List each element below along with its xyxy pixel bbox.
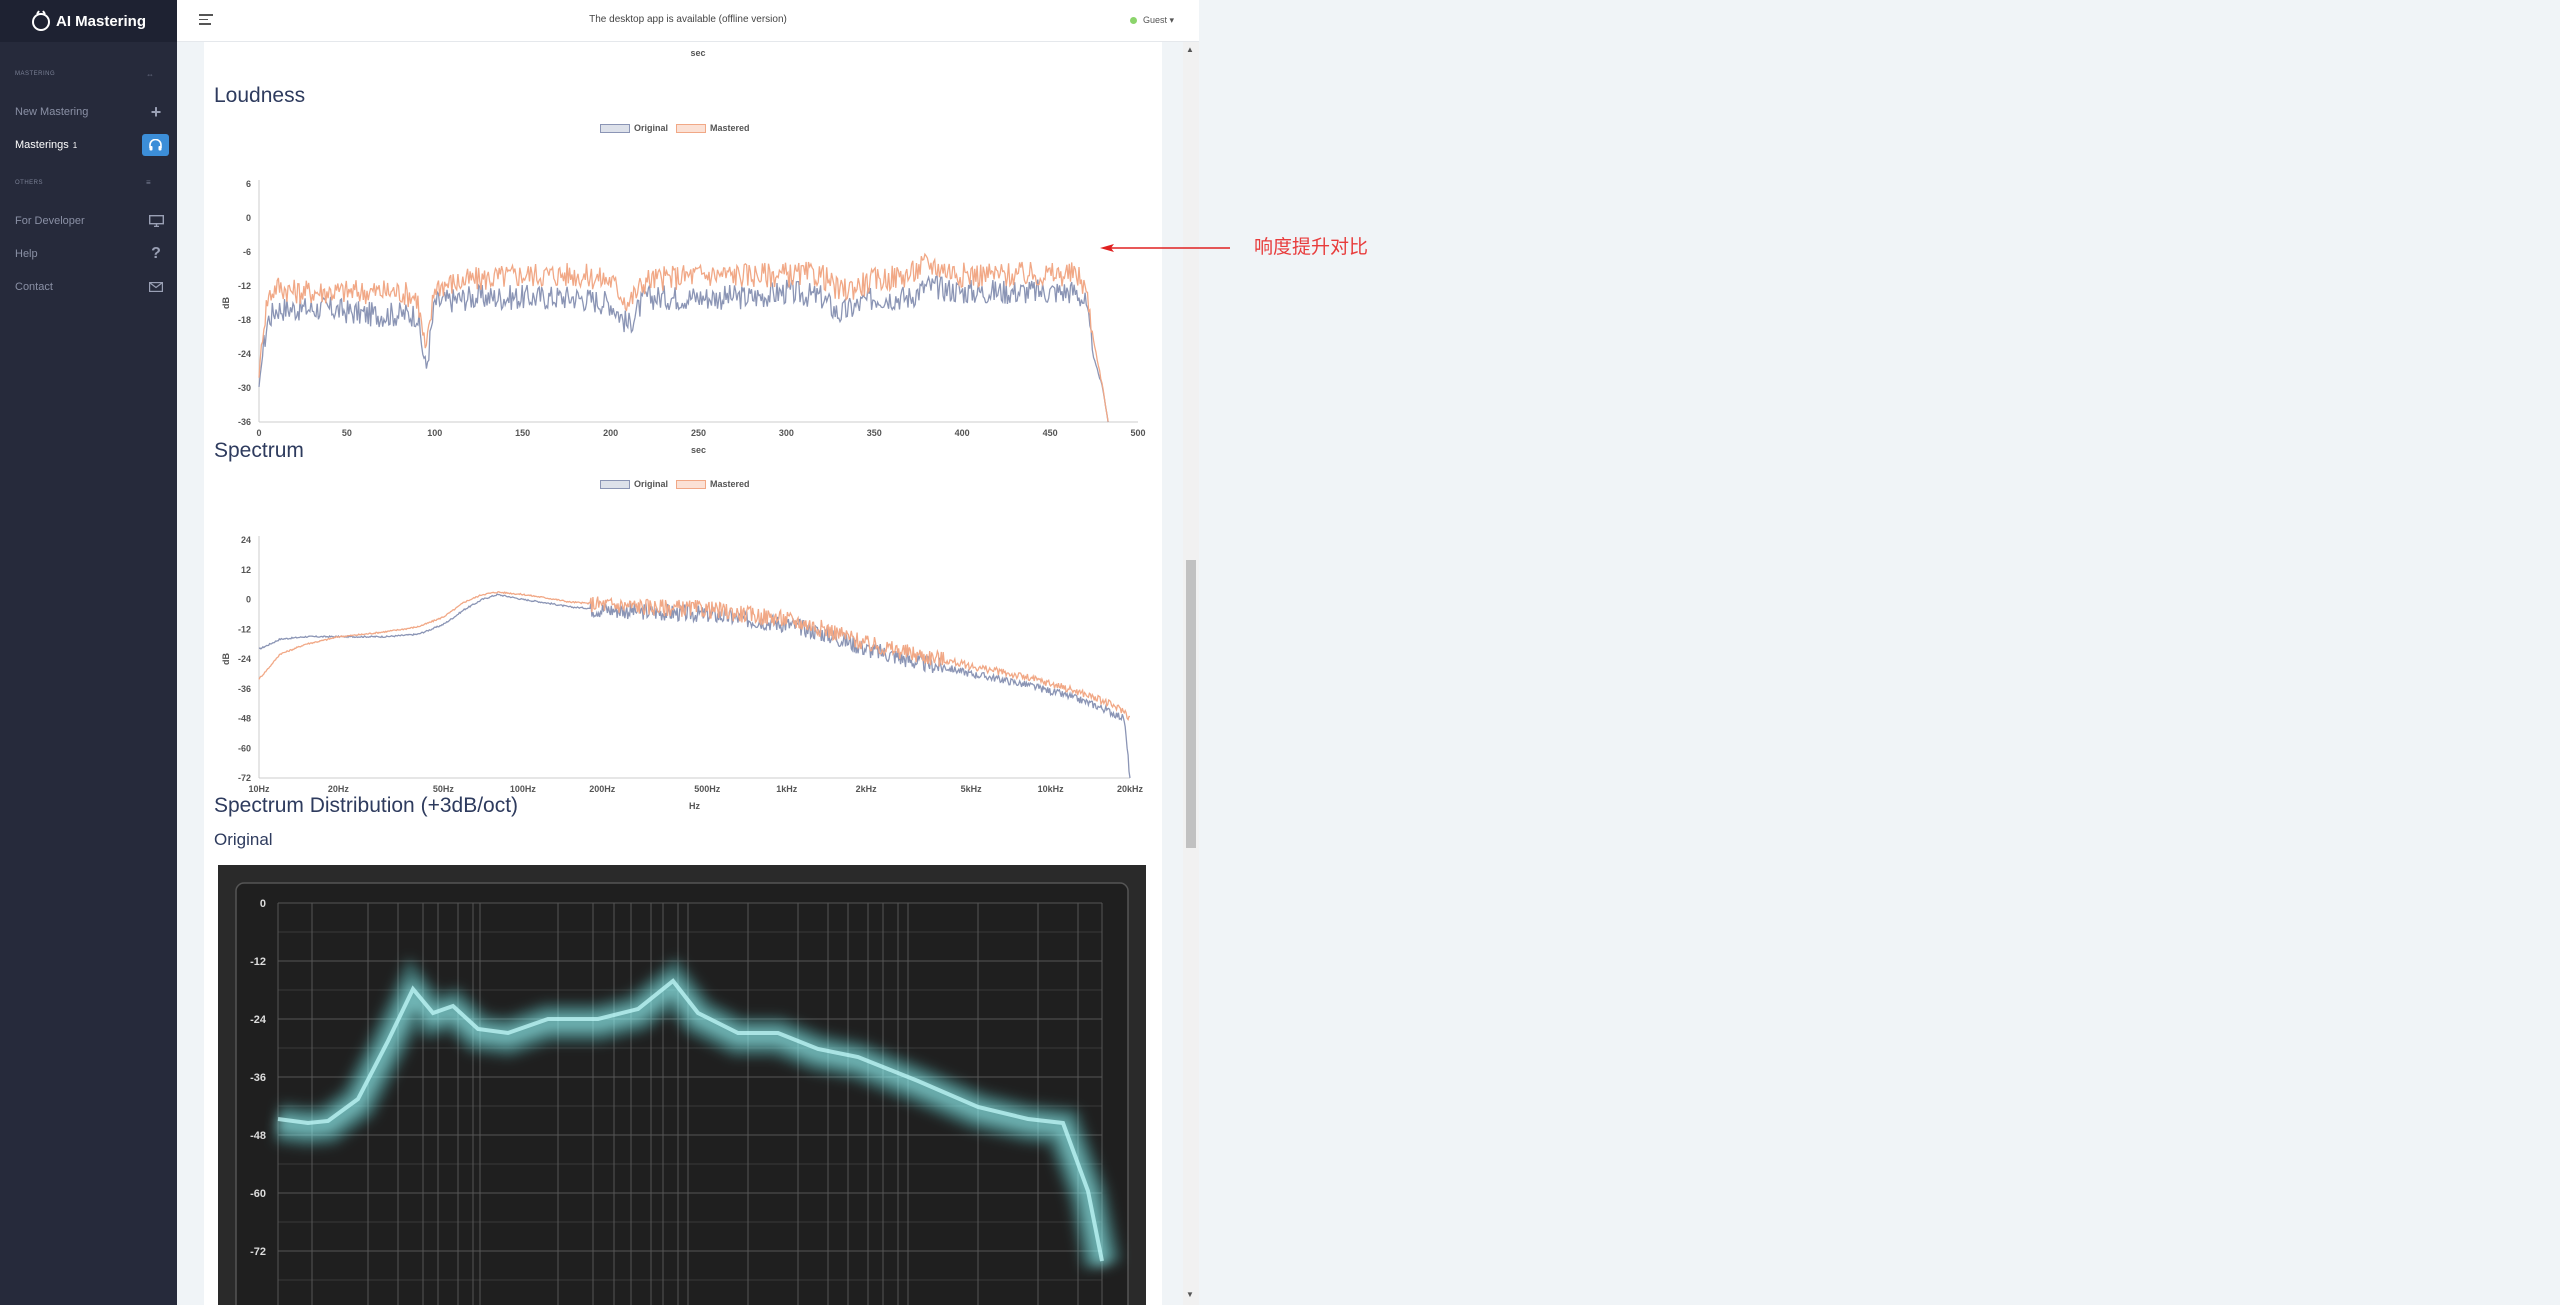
x-tick-label: 2kHz <box>856 784 878 794</box>
logo-icon <box>31 10 50 31</box>
x-tick-label: 250 <box>691 428 706 438</box>
x-tick-label: 20Hz <box>328 784 350 794</box>
x-axis-title: Hz <box>689 801 700 811</box>
sidebar: AI Mastering MASTERING ⇔ New Mastering +… <box>0 0 177 1305</box>
sidebar-item-for-developer[interactable]: For Developer <box>15 210 165 232</box>
x-tick-label: 10Hz <box>248 784 270 794</box>
sidebar-item-label: Help <box>15 248 38 260</box>
y-tick-label: 0 <box>246 213 251 223</box>
main-content: sec Loudness Original Mastered 6 0 -6 -12 -1… <box>204 42 1162 1305</box>
y-tick-label: -48 <box>250 1130 266 1142</box>
y-tick-label: -30 <box>238 383 251 393</box>
x-tick-label: 1kHz <box>776 784 798 794</box>
y-tick-label: -72 <box>250 1246 266 1258</box>
y-tick-label: -24 <box>238 654 251 664</box>
y-tick-label: -36 <box>238 684 251 694</box>
x-tick-label: 100Hz <box>510 784 537 794</box>
envelope-icon <box>147 278 165 296</box>
x-tick-label: 500Hz <box>694 784 721 794</box>
x-tick-label: 350 <box>867 428 882 438</box>
user-name: Guest <box>1142 15 1167 25</box>
x-tick-label: 0 <box>256 428 261 438</box>
y-tick-label: -12 <box>238 624 251 634</box>
sidebar-item-new-mastering[interactable]: New Mastering + <box>15 101 165 123</box>
series-line-original <box>258 274 1109 423</box>
x-tick-label: 300 <box>779 428 794 438</box>
x-tick-label: 450 <box>1043 428 1058 438</box>
annotation-arrow <box>1100 244 1230 252</box>
y-tick-label: -72 <box>238 773 251 783</box>
y-axis-title: dB <box>221 653 231 665</box>
topbar: The desktop app is available (offline ve… <box>177 0 1199 42</box>
previous-chart-xlabel: sec <box>690 48 705 58</box>
scrollbar[interactable]: ▲ ▼ <box>1183 42 1199 1305</box>
loudness-chart: 6 0 -6 -12 -18 -24 -30 -36 0 50 100 150 200 250 300 350… <box>221 179 1146 455</box>
series-line-original <box>258 593 1131 779</box>
x-tick-label: 10kHz <box>1038 784 1065 794</box>
y-tick-label: -60 <box>238 743 251 753</box>
y-tick-label: -12 <box>250 956 266 968</box>
y-tick-label: 24 <box>241 535 251 545</box>
caret-down-icon: ▾ <box>1169 15 1174 25</box>
headphones-icon <box>142 134 169 156</box>
x-tick-label: 5kHz <box>961 784 983 794</box>
series-line-mastered <box>258 252 1109 422</box>
annotation-text: 响度提升对比 <box>1254 237 1369 258</box>
x-tick-label: 200 <box>603 428 618 438</box>
online-status-icon <box>1129 17 1137 25</box>
y-tick-label: -60 <box>250 1188 266 1200</box>
distribution-subtitle: Original <box>214 830 273 849</box>
y-tick-label: -6 <box>243 247 251 257</box>
y-tick-label: 0 <box>260 898 266 910</box>
scrollbar-thumb[interactable] <box>1186 560 1196 848</box>
y-tick-label: -12 <box>238 281 251 291</box>
y-tick-label: 12 <box>241 565 251 575</box>
y-tick-label: -18 <box>238 315 251 325</box>
y-tick-label: -24 <box>238 349 251 359</box>
loudness-title: Loudness <box>214 84 306 107</box>
scroll-down-icon[interactable]: ▼ <box>1186 1290 1194 1299</box>
previous-chart-axis: sec <box>690 48 705 58</box>
sidebar-section-others: OTHERS <box>15 180 44 186</box>
spectrum-chart: 24 12 0 -12 -24 -36 -48 -60 -7210Hz 20Hz 50Hz 100Hz… <box>221 535 1144 811</box>
y-axis-title: dB <box>221 297 231 309</box>
spectrum-title: Spectrum <box>214 439 304 462</box>
question-icon: ? <box>151 245 161 262</box>
x-tick-label: 150 <box>515 428 530 438</box>
x-tick-label: 400 <box>955 428 970 438</box>
y-tick-label: -36 <box>238 417 251 427</box>
sidebar-item-masterings[interactable]: Masterings 1 <box>15 134 169 156</box>
sidebar-item-contact[interactable]: Contact <box>15 276 165 298</box>
app-title: AI Mastering <box>55 12 146 30</box>
y-tick-label: 0 <box>246 595 251 605</box>
sidebar-item-label: Contact <box>15 281 53 293</box>
section-toggle-icon[interactable]: ⇔ <box>146 70 154 79</box>
sidebar-item-help[interactable]: Help ? <box>15 243 165 265</box>
desktop-app-notice[interactable]: The desktop app is available (offline ve… <box>177 14 1199 25</box>
sidebar-item-label: Masterings <box>15 139 69 151</box>
x-tick-label: 100 <box>427 428 442 438</box>
user-menu[interactable]: Guest ▾ <box>1129 15 1174 26</box>
y-tick-label: 6 <box>246 179 251 189</box>
brand[interactable]: AI Mastering <box>0 0 177 42</box>
monitor-icon <box>147 212 165 230</box>
x-tick-label: 200Hz <box>589 784 616 794</box>
plus-icon: + <box>150 101 162 122</box>
x-tick-label: 50 <box>342 428 352 438</box>
x-tick-label: 50Hz <box>433 784 455 794</box>
section-menu-icon[interactable]: ≡ <box>146 178 151 187</box>
sidebar-item-label: New Mastering <box>15 106 89 118</box>
x-tick-label: 500 <box>1130 428 1145 438</box>
y-tick-label: -36 <box>250 1072 266 1084</box>
sidebar-section-mastering: MASTERING <box>15 71 56 77</box>
x-tick-label: 20kHz <box>1117 784 1144 794</box>
sidebar-item-label: For Developer <box>15 215 85 227</box>
y-tick-label: -48 <box>238 714 251 724</box>
y-tick-label: -24 <box>250 1014 267 1026</box>
scroll-up-icon[interactable]: ▲ <box>1186 45 1194 54</box>
series-line-mastered <box>258 591 1130 721</box>
spectrum-distribution-image: 0 -12 -24 -36 -48 -60 -72 <box>218 865 1146 1305</box>
distribution-title: Spectrum Distribution (+3dB/oct) <box>214 794 519 817</box>
x-axis-title: sec <box>691 445 706 455</box>
